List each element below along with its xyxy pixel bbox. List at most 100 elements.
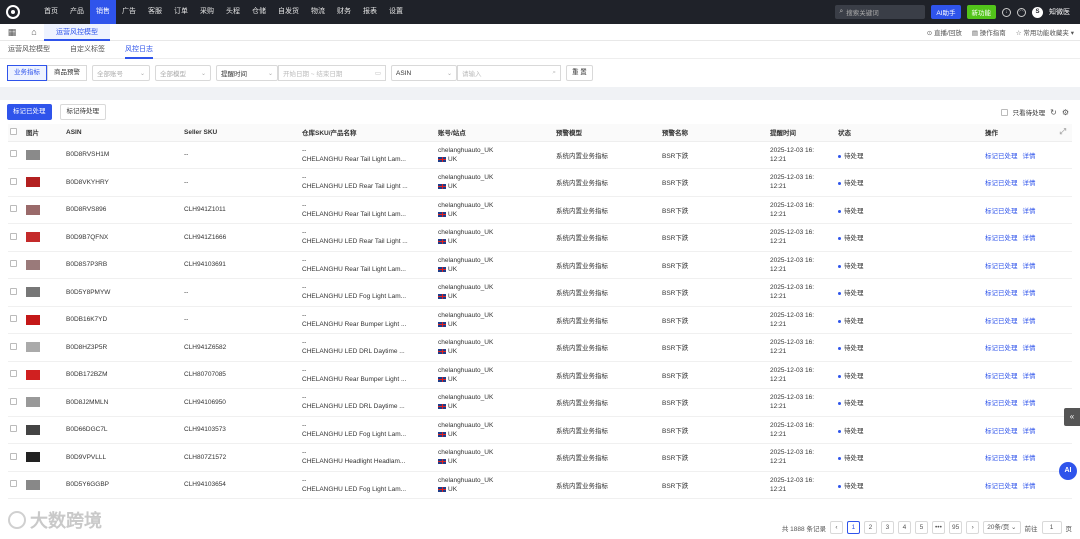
keyword-input[interactable]: 请输入 ⌕ (457, 65, 561, 81)
row-checkbox[interactable] (10, 480, 17, 488)
detail-link[interactable]: 详情 (1023, 373, 1036, 380)
next-page-button[interactable]: › (966, 521, 980, 534)
mark-pending-button[interactable]: 标记待处理 (59, 104, 106, 120)
asin-cell[interactable]: B0D5Y6GGBP (64, 471, 182, 499)
account-select[interactable]: 全部账号 ⌄ (92, 65, 150, 81)
detail-link[interactable]: 详情 (1023, 428, 1036, 435)
global-search-input[interactable]: ⌕ 搜索关键词 (835, 5, 926, 19)
nav-item-11[interactable]: 财务 (331, 0, 357, 24)
nav-item-9[interactable]: 自发货 (272, 0, 305, 24)
model-select[interactable]: 全部模型 ⌄ (155, 65, 211, 81)
nav-item-7[interactable]: 头程 (220, 0, 246, 24)
asin-cell[interactable]: B0D8S7P3RB (64, 251, 182, 279)
row-checkbox[interactable] (10, 232, 17, 240)
page-button-0[interactable]: 1 (846, 521, 860, 534)
row-checkbox[interactable] (10, 205, 17, 213)
avatar[interactable]: S (1032, 6, 1043, 18)
detail-link[interactable]: 详情 (1023, 455, 1036, 462)
gear-icon[interactable]: ⚙ (1062, 108, 1069, 117)
mark-done-button[interactable]: 标记已处理 (7, 104, 52, 120)
table-row[interactable]: B0D9VPVLLL CLH807Z1572 -- CHELANGHU Headlig… (8, 443, 1072, 472)
nav-item-8[interactable]: 仓储 (246, 0, 272, 24)
asin-cell[interactable]: B0DB16K7YD (64, 306, 182, 334)
detail-link[interactable]: 详情 (1023, 153, 1036, 160)
app-grid-icon[interactable]: ▦ (0, 27, 24, 38)
time-type-select[interactable]: 提醒时间 ⌄ (216, 65, 278, 81)
nav-item-6[interactable]: 采购 (194, 0, 220, 24)
nav-item-5[interactable]: 订单 (168, 0, 194, 24)
headset-icon[interactable]: ◠ (1017, 7, 1026, 17)
subnav-item-1[interactable]: 自定义标签 (70, 41, 105, 59)
mark-done-link[interactable]: 标记已处理 (985, 180, 1018, 187)
product-thumbnail[interactable] (26, 259, 40, 270)
product-thumbnail[interactable] (26, 177, 40, 188)
asin-cell[interactable]: B0D8RVSH1M (64, 141, 182, 169)
nav-item-3[interactable]: 广告 (116, 0, 142, 24)
row-checkbox[interactable] (10, 370, 17, 378)
mark-done-link[interactable]: 标记已处理 (985, 483, 1018, 490)
asin-cell[interactable]: B0D8VKYHRY (64, 168, 182, 197)
favorites-link[interactable]: ☆ 常用功能收藏夹 ▾ (1016, 27, 1074, 37)
product-thumbnail[interactable] (26, 314, 40, 325)
detail-link[interactable]: 详情 (1023, 400, 1036, 407)
guide-link[interactable]: ▤ 操作指南 (972, 27, 1006, 37)
app-logo-icon[interactable] (6, 5, 20, 19)
detail-link[interactable]: 详情 (1023, 345, 1036, 352)
page-button-6[interactable]: 95 (948, 521, 963, 534)
nav-item-13[interactable]: 设置 (383, 0, 409, 24)
mark-done-link[interactable]: 标记已处理 (985, 345, 1018, 352)
asin-cell[interactable]: B0D8J2MMLN (64, 388, 182, 417)
nav-item-2[interactable]: 销售 (90, 0, 116, 24)
nav-item-4[interactable]: 客服 (142, 0, 168, 24)
nav-item-0[interactable]: 首页 (38, 0, 64, 24)
asin-cell[interactable]: B0D8RVS896 (64, 196, 182, 224)
product-thumbnail[interactable] (26, 342, 40, 353)
row-checkbox[interactable] (10, 150, 17, 158)
detail-link[interactable]: 详情 (1023, 180, 1036, 187)
mark-done-link[interactable]: 标记已处理 (985, 400, 1018, 407)
table-row[interactable]: B0D8RVS896 CLH941Z1011 -- CHELANGHU Rear Ta… (8, 196, 1072, 224)
page-button-1[interactable]: 2 (863, 521, 877, 534)
subnav-item-0[interactable]: 运营风控模型 (8, 41, 50, 59)
mark-done-link[interactable]: 标记已处理 (985, 153, 1018, 160)
product-thumbnail[interactable] (26, 369, 40, 380)
goto-page-input[interactable]: 1 (1041, 521, 1062, 534)
page-button-4[interactable]: 5 (914, 521, 928, 534)
segment-product-alert[interactable]: 商品预警 (47, 65, 87, 81)
livestream-link[interactable]: ⊙ 直播/回放 (927, 27, 962, 37)
product-thumbnail[interactable] (26, 232, 40, 243)
reset-button[interactable]: 重 置 (566, 65, 593, 81)
mark-done-link[interactable]: 标记已处理 (985, 428, 1018, 435)
mark-done-link[interactable]: 标记已处理 (985, 318, 1018, 325)
row-checkbox[interactable] (10, 315, 17, 323)
table-row[interactable]: B0DB172BZM CLH80707085 -- CHELANGHU Rear Bu… (8, 361, 1072, 389)
table-row[interactable]: B0D8J2MMLN CLH94106950 -- CHELANGHU LED DRL… (8, 388, 1072, 417)
mark-done-link[interactable]: 标记已处理 (985, 373, 1018, 380)
row-checkbox[interactable] (10, 177, 17, 185)
fullscreen-icon[interactable]: ⤢ (1060, 127, 1066, 137)
table-row[interactable]: B0D8VKYHRY -- -- CHELANGHU LED Rear Tail Li… (8, 168, 1072, 197)
product-thumbnail[interactable] (26, 452, 40, 463)
nav-item-10[interactable]: 物流 (305, 0, 331, 24)
row-checkbox[interactable] (10, 452, 17, 460)
row-checkbox[interactable] (10, 260, 17, 268)
table-row[interactable]: B0D8RVSH1M -- -- CHELANGHU Rear Tail Light … (8, 141, 1072, 169)
only-pending-checkbox[interactable] (1000, 108, 1008, 116)
table-row[interactable]: B0D8HZ3P5R CLH941Z6582 -- CHELANGHU LED DRL… (8, 333, 1072, 362)
page-button-3[interactable]: 4 (897, 521, 911, 534)
detail-link[interactable]: 详情 (1023, 263, 1036, 270)
ai-float-button[interactable]: AI (1059, 462, 1077, 480)
product-thumbnail[interactable] (26, 479, 40, 490)
detail-link[interactable]: 详情 (1023, 290, 1036, 297)
collapse-panel-button[interactable]: « (1064, 408, 1080, 426)
asin-cell[interactable]: B0D9VPVLLL (64, 443, 182, 472)
row-checkbox[interactable] (10, 397, 17, 405)
table-row[interactable]: B0DB16K7YD -- -- CHELANGHU Rear Bumper Ligh… (8, 306, 1072, 334)
new-features-button[interactable]: 新功能 (966, 5, 996, 19)
detail-link[interactable]: 详情 (1023, 318, 1036, 325)
detail-link[interactable]: 详情 (1023, 483, 1036, 490)
product-thumbnail[interactable] (26, 287, 40, 298)
mark-done-link[interactable]: 标记已处理 (985, 290, 1018, 297)
username[interactable]: 知微医 (1049, 7, 1070, 17)
mark-done-link[interactable]: 标记已处理 (985, 263, 1018, 270)
